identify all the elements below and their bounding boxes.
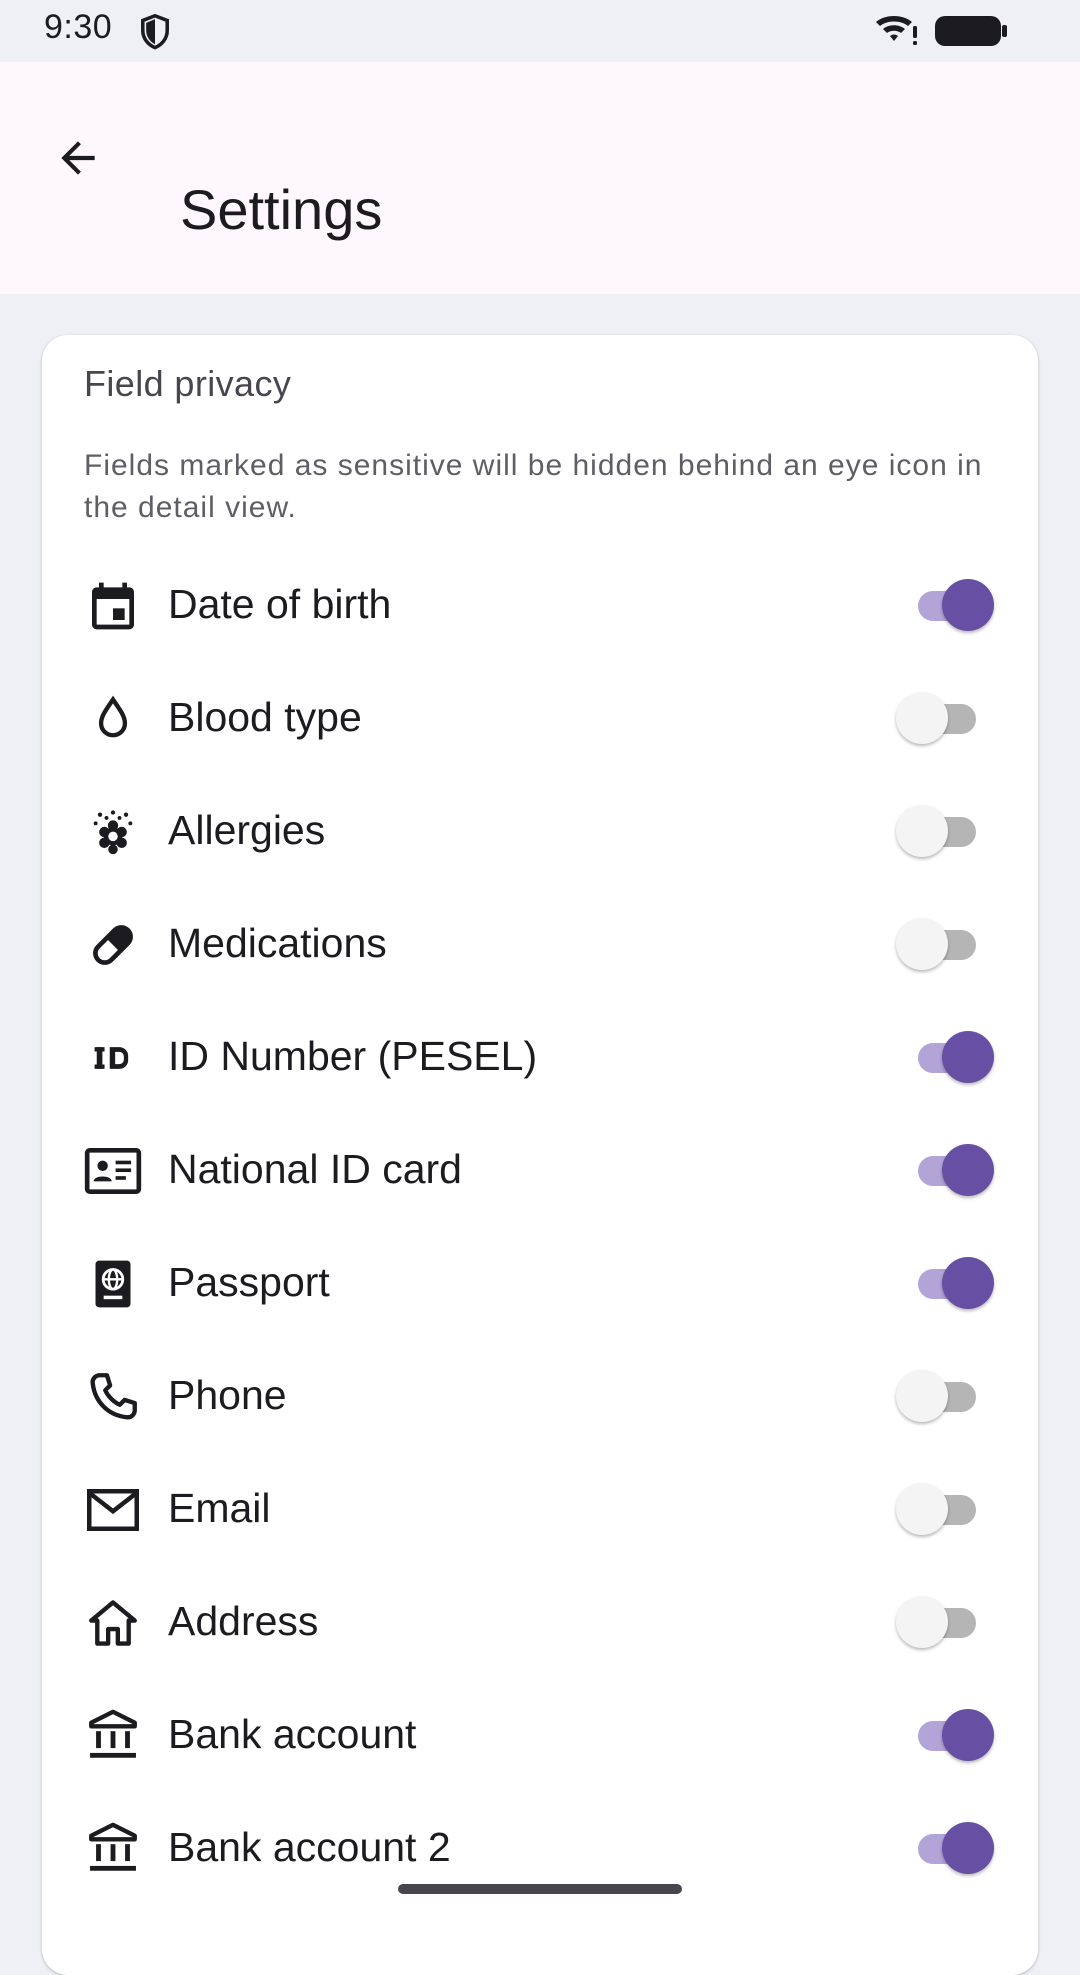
row-label: National ID card: [168, 1146, 462, 1192]
toggle-switch[interactable]: [896, 1596, 996, 1650]
home-indicator[interactable]: [398, 1884, 682, 1894]
id-badge-icon: [82, 1027, 144, 1089]
toggle-switch[interactable]: [896, 1483, 996, 1537]
toggle-switch[interactable]: [896, 805, 996, 859]
battery-icon: [935, 16, 1007, 46]
toggle-switch[interactable]: [896, 1709, 996, 1763]
back-button[interactable]: [40, 120, 116, 196]
row-label: Bank account 2: [168, 1824, 451, 1870]
field-privacy-card: Field privacy Fields marked as sensitive…: [42, 335, 1038, 1975]
top-app-bar: Settings: [0, 62, 1080, 294]
row-label: Address: [168, 1598, 319, 1644]
home-icon: [82, 1592, 144, 1654]
toggle-switch[interactable]: [896, 1257, 996, 1311]
status-bar: 9:30: [0, 0, 1080, 62]
privacy-row-blood-type[interactable]: Blood type: [42, 662, 1038, 775]
toggle-switch[interactable]: [896, 1144, 996, 1198]
allergy-icon: [82, 801, 144, 863]
row-label: Blood type: [168, 694, 362, 740]
toggle-switch[interactable]: [896, 579, 996, 633]
toggle-switch[interactable]: [896, 918, 996, 972]
toggle-switch[interactable]: [896, 1370, 996, 1424]
phone-icon: [82, 1366, 144, 1428]
privacy-row-bank-account[interactable]: Bank account: [42, 1679, 1038, 1792]
row-label: Passport: [168, 1259, 330, 1305]
privacy-row-phone[interactable]: Phone: [42, 1340, 1038, 1453]
privacy-row-passport[interactable]: Passport: [42, 1227, 1038, 1340]
status-time: 9:30: [44, 8, 113, 46]
row-label: Bank account: [168, 1711, 417, 1757]
row-label: Allergies: [168, 807, 326, 853]
email-icon: [82, 1479, 144, 1541]
privacy-row-allergies[interactable]: Allergies: [42, 775, 1038, 888]
wifi-icon: [876, 16, 917, 45]
toggle-switch[interactable]: [896, 1031, 996, 1085]
row-label: Medications: [168, 920, 387, 966]
toggle-switch[interactable]: [896, 692, 996, 746]
toggle-switch[interactable]: [896, 1822, 996, 1876]
water-drop-icon: [82, 688, 144, 750]
page-title: Settings: [180, 178, 383, 241]
passport-icon: [82, 1253, 144, 1315]
privacy-row-email[interactable]: Email: [42, 1453, 1038, 1566]
card-description: Fields marked as sensitive will be hidde…: [84, 449, 983, 524]
row-label: ID Number (PESEL): [168, 1033, 538, 1079]
row-label: Phone: [168, 1372, 287, 1418]
bank-icon: [82, 1705, 144, 1767]
privacy-row-address[interactable]: Address: [42, 1566, 1038, 1679]
card-title: Field privacy: [84, 363, 292, 404]
medication-pill-icon: [82, 914, 144, 976]
id-card-icon: [82, 1140, 144, 1202]
privacy-row-id-number[interactable]: ID Number (PESEL): [42, 1001, 1038, 1114]
calendar-icon: [82, 575, 144, 637]
arrow-back-icon: [61, 141, 95, 175]
row-label: Date of birth: [168, 581, 392, 627]
row-label: Email: [168, 1485, 271, 1531]
privacy-row-medications[interactable]: Medications: [42, 888, 1038, 1001]
bank-icon: [82, 1818, 144, 1880]
privacy-row-date-of-birth[interactable]: Date of birth: [42, 549, 1038, 662]
privacy-row-national-id-card[interactable]: National ID card: [42, 1114, 1038, 1227]
shield-icon: [141, 13, 169, 50]
